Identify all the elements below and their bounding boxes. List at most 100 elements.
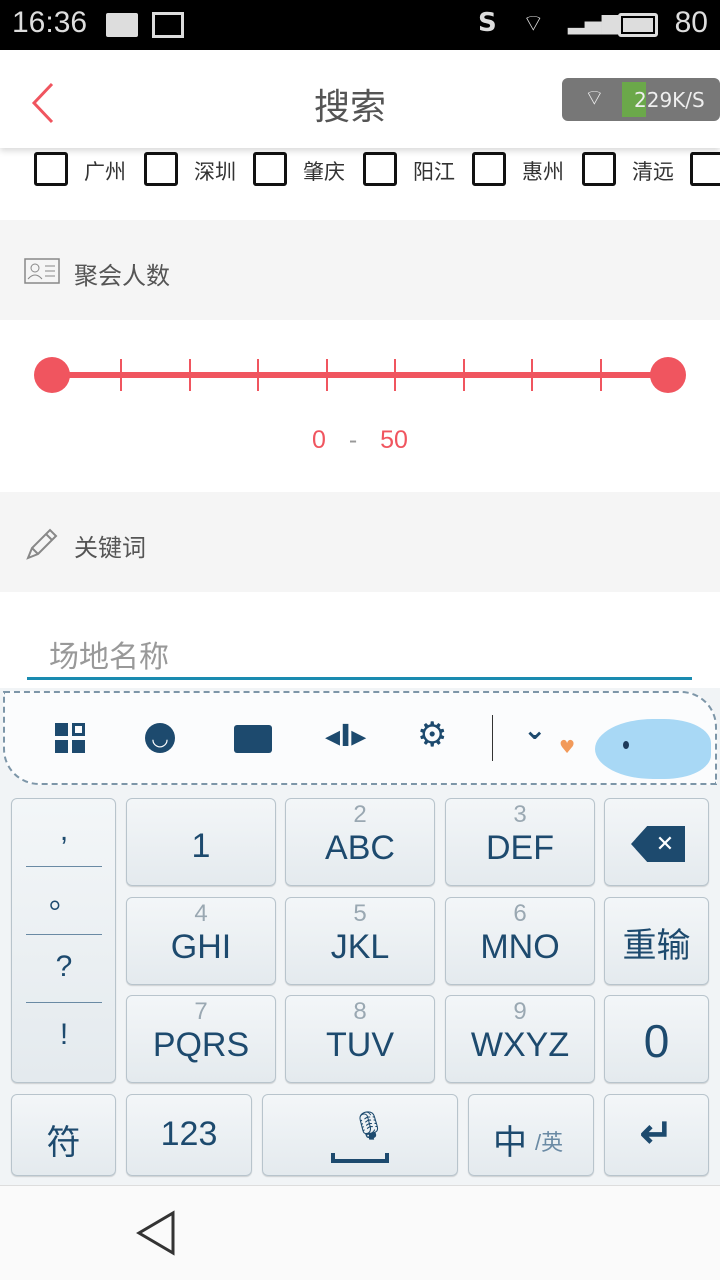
city-checkbox[interactable] <box>472 152 506 186</box>
enter-key[interactable]: ↵ <box>604 1094 709 1176</box>
backspace-icon: ✕ <box>631 826 685 862</box>
zero-label: 0 <box>643 1015 670 1067</box>
header: 搜索 ⌔ 229K/S <box>0 50 720 148</box>
key-letters: WXYZ <box>470 1026 570 1064</box>
slider-tick <box>394 359 397 391</box>
heart-icon: ♥ <box>559 737 576 758</box>
slider-tick <box>257 359 260 391</box>
backspace-key[interactable]: ✕ <box>604 798 709 886</box>
slider-track <box>52 372 668 378</box>
punctuation-key[interactable]: ! <box>26 1003 102 1071</box>
venue-name-placeholder: 场地名称 <box>49 640 169 675</box>
key-letters: TUV <box>326 1026 394 1064</box>
reinput-label: 重输 <box>622 927 691 965</box>
city-label: 广州 <box>84 160 126 184</box>
t9-key[interactable]: 4 GHI <box>126 897 276 985</box>
key-letters: 1 <box>191 827 211 865</box>
keyboard-notification-icon <box>106 13 138 37</box>
city-checkbox[interactable] <box>34 152 68 186</box>
slider-tick <box>462 359 465 391</box>
symbol-key[interactable]: 符 <box>11 1094 116 1176</box>
collapse-keyboard-icon[interactable]: ⌄ <box>523 713 546 746</box>
network-speed-badge: ⌔ 229K/S <box>562 78 720 121</box>
city-label: 深圳 <box>194 160 236 184</box>
city-checkbox[interactable] <box>144 152 178 186</box>
language-switch-key[interactable]: 中 /英 <box>468 1094 594 1176</box>
settings-gear-icon[interactable]: ⚙ <box>417 715 447 755</box>
t9-key[interactable]: 9 WXYZ <box>445 995 595 1083</box>
keyboard-toolbar: ◡ ◂I▸ ⚙ ⌄ ♥ <box>3 691 717 785</box>
key-number: 8 <box>353 998 367 1025</box>
language-chinese-label: 中 <box>493 1124 527 1162</box>
slider-tick <box>325 359 328 391</box>
key-letters: JKL <box>330 928 390 966</box>
slider-max-handle[interactable] <box>650 357 686 393</box>
space-bar-icon <box>331 1153 389 1163</box>
status-bar: 16:36 S ⌔ ▂▄▆ 80 <box>0 0 720 50</box>
key-number: 6 <box>513 900 527 927</box>
language-english-label: /英 <box>535 1130 564 1155</box>
group-size-range: 0 - 50 <box>0 426 720 455</box>
symbol-label: 符 <box>46 1124 81 1162</box>
punctuation-key[interactable]: ? <box>26 935 102 1003</box>
key-number: 5 <box>353 900 367 927</box>
key-number: 7 <box>194 998 208 1025</box>
battery-icon <box>618 13 658 37</box>
group-size-section: 聚会人数 <box>0 220 720 320</box>
enter-icon: ↵ <box>639 1112 674 1156</box>
navigation-bar <box>0 1185 720 1280</box>
key-number: 2 <box>353 801 367 828</box>
wifi-icon: ⌔ <box>584 86 605 111</box>
reinput-key[interactable]: 重输 <box>604 897 709 985</box>
number-mode-key[interactable]: 123 <box>126 1094 252 1176</box>
image-notification-icon <box>152 12 184 38</box>
t9-key[interactable]: 3 DEF <box>445 798 595 886</box>
slider-tick <box>599 359 602 391</box>
signal-icon: ▂▄▆ <box>568 10 619 35</box>
apps-grid-icon[interactable] <box>55 723 85 753</box>
t9-key[interactable]: 2 ABC <box>285 798 435 886</box>
battery-level: 80 <box>674 6 708 39</box>
id-card-icon <box>24 258 60 284</box>
group-size-slider-section: 0 - 50 <box>0 322 720 492</box>
key-letters: DEF <box>486 829 554 867</box>
t9-key[interactable]: 7 PQRS <box>126 995 276 1083</box>
key-letters: PQRS <box>152 1026 250 1064</box>
status-time: 16:36 <box>12 6 88 39</box>
key-letters: ABC <box>325 829 395 867</box>
wifi-icon: ⌔ <box>522 9 545 37</box>
slider-tick <box>120 359 123 391</box>
city-checkbox[interactable] <box>582 152 616 186</box>
keyboard-icon[interactable] <box>234 725 272 753</box>
t9-key[interactable]: 8 TUV <box>285 995 435 1083</box>
sogou-icon: S <box>478 8 497 38</box>
space-voice-key[interactable]: 🎙︎ <box>262 1094 458 1176</box>
key-letters: MNO <box>480 928 560 966</box>
toolbar-divider <box>492 715 493 761</box>
zero-key[interactable]: 0 <box>604 995 709 1083</box>
keyword-section: 关键词 <box>0 492 720 592</box>
t9-key[interactable]: 1 <box>126 798 276 886</box>
group-size-label: 聚会人数 <box>74 262 170 290</box>
cursor-move-icon[interactable]: ◂I▸ <box>325 719 366 754</box>
city-checkbox[interactable] <box>253 152 287 186</box>
net-speed: 229K/S <box>634 88 705 112</box>
city-checkbox-partial[interactable] <box>690 152 720 186</box>
microphone-icon: 🎙︎ <box>351 1110 387 1141</box>
range-separator: - <box>348 426 358 454</box>
slider-tick <box>531 359 534 391</box>
emoji-icon[interactable]: ◡ <box>145 723 175 753</box>
slider-min-handle[interactable] <box>34 357 70 393</box>
pencil-icon <box>26 528 58 560</box>
nav-back-icon[interactable] <box>135 1210 177 1256</box>
venue-name-input[interactable]: 场地名称 <box>27 628 692 680</box>
city-checkbox[interactable] <box>363 152 397 186</box>
key-number: 4 <box>194 900 208 927</box>
t9-key[interactable]: 5 JKL <box>285 897 435 985</box>
punctuation-key[interactable]: 。 <box>26 867 102 935</box>
slider-tick <box>188 359 191 391</box>
punctuation-key[interactable]: , <box>26 799 102 867</box>
t9-key[interactable]: 6 MNO <box>445 897 595 985</box>
range-min: 0 <box>312 426 326 454</box>
key-letters: GHI <box>170 928 232 966</box>
